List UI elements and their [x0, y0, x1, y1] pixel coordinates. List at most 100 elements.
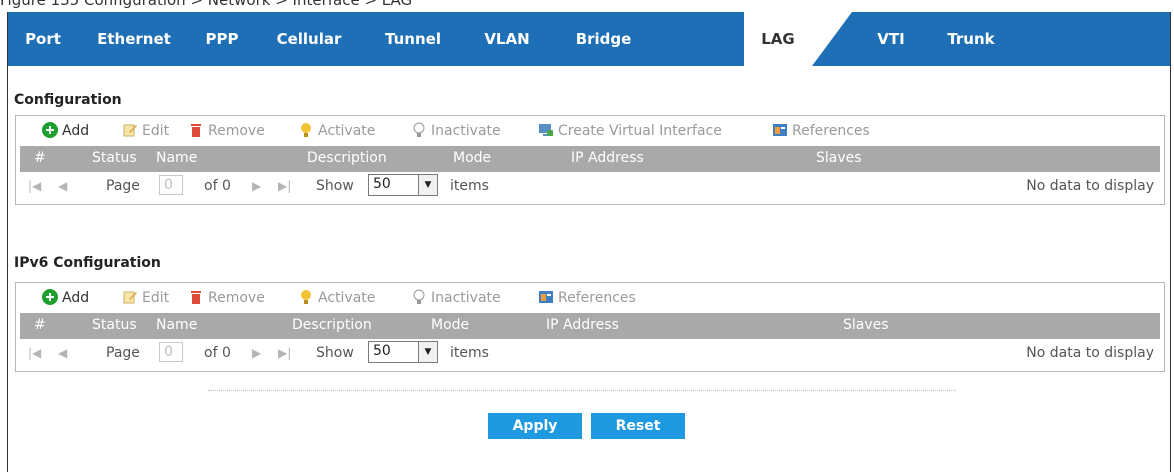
tab-cellular[interactable]: Cellular	[254, 12, 364, 66]
ipv6-toolbar: Add Edit Remove Activate Inactivate Refe…	[16, 283, 1164, 313]
items-per-page-select[interactable]: 50 ▼	[368, 341, 438, 363]
add-icon	[42, 122, 58, 138]
column-header-slaves[interactable]: Slaves	[816, 150, 862, 166]
show-label: Show	[316, 345, 354, 361]
chevron-down-icon[interactable]: ▼	[418, 342, 437, 362]
lag-page: Port Ethernet PPP Cellular Tunnel VLAN B…	[7, 12, 1171, 472]
remove-button[interactable]: Remove	[188, 122, 265, 140]
column-header-status[interactable]: Status	[92, 150, 137, 166]
tab-ethernet[interactable]: Ethernet	[78, 12, 190, 66]
items-label: items	[450, 178, 489, 194]
ipv6-remove-button[interactable]: Remove	[188, 289, 265, 307]
tab-ppp[interactable]: PPP	[190, 12, 254, 66]
trash-icon	[191, 291, 201, 304]
ipv6-configuration-panel: Add Edit Remove Activate Inactivate Refe…	[15, 282, 1165, 372]
tab-bar: Port Ethernet PPP Cellular Tunnel VLAN B…	[8, 12, 1170, 66]
next-page-icon[interactable]: ▶	[252, 179, 261, 193]
edit-icon	[123, 124, 137, 137]
ipv6-column-header-name[interactable]: Name	[156, 317, 197, 333]
show-label: Show	[316, 178, 354, 194]
tab-trunk[interactable]: Trunk	[926, 12, 1016, 66]
ipv6-activate-label: Activate	[318, 290, 376, 306]
no-data-message: No data to display	[1026, 345, 1154, 361]
page-number-input[interactable]: 0	[159, 342, 183, 362]
ipv6-remove-label: Remove	[208, 290, 265, 306]
inactivate-button[interactable]: Inactivate	[411, 122, 501, 140]
ipv6-column-header-ip-address[interactable]: IP Address	[546, 317, 619, 333]
page-count-label: of 0	[204, 178, 231, 194]
ipv6-references-label: References	[558, 290, 636, 306]
remove-label: Remove	[208, 123, 265, 139]
column-header-name[interactable]: Name	[156, 150, 197, 166]
first-page-icon[interactable]: |◀	[28, 179, 41, 193]
next-page-icon[interactable]: ▶	[252, 346, 261, 360]
ipv6-inactivate-button[interactable]: Inactivate	[411, 289, 501, 307]
items-per-page-select[interactable]: 50 ▼	[368, 174, 438, 196]
ipv6-column-header-mode[interactable]: Mode	[431, 317, 469, 333]
active-tab-tail	[812, 12, 852, 66]
column-header-description[interactable]: Description	[307, 150, 387, 166]
tab-lag[interactable]: LAG	[744, 12, 812, 66]
add-icon	[42, 289, 58, 305]
edit-button[interactable]: Edit	[122, 122, 169, 140]
ipv6-inactivate-label: Inactivate	[431, 290, 501, 306]
apply-button[interactable]: Apply	[488, 413, 582, 439]
tab-tunnel[interactable]: Tunnel	[364, 12, 462, 66]
ipv6-edit-label: Edit	[142, 290, 170, 306]
configuration-pager: |◀ ◀ Page 0 of 0 ▶ ▶| Show 50 ▼ items No…	[20, 172, 1160, 202]
configuration-title: Configuration	[14, 92, 122, 108]
ipv6-add-label: Add	[62, 290, 90, 306]
tab-bridge[interactable]: Bridge	[552, 12, 655, 66]
last-page-icon[interactable]: ▶|	[278, 346, 291, 360]
references-icon	[773, 124, 787, 136]
trash-icon	[191, 124, 201, 137]
figure-caption: Figure 135 Configuration > Network > Int…	[0, 0, 413, 9]
ipv6-edit-button[interactable]: Edit	[122, 289, 169, 307]
tab-vlan[interactable]: VLAN	[462, 12, 552, 66]
previous-page-icon[interactable]: ◀	[58, 179, 67, 193]
create-virtual-interface-button[interactable]: Create Virtual Interface	[538, 122, 722, 140]
page-number-input[interactable]: 0	[159, 175, 183, 195]
ipv6-column-header-slaves[interactable]: Slaves	[843, 317, 889, 333]
column-header-ip-address[interactable]: IP Address	[571, 150, 644, 166]
activate-label: Activate	[318, 123, 376, 139]
items-label: items	[450, 345, 489, 361]
ipv6-pager: |◀ ◀ Page 0 of 0 ▶ ▶| Show 50 ▼ items No…	[20, 339, 1160, 369]
ipv6-activate-button[interactable]: Activate	[298, 289, 375, 307]
tab-port[interactable]: Port	[8, 12, 78, 66]
ipv6-add-button[interactable]: Add	[42, 289, 89, 307]
first-page-icon[interactable]: |◀	[28, 346, 41, 360]
tab-vti[interactable]: VTI	[856, 12, 926, 66]
page-label: Page	[106, 345, 140, 361]
reset-button[interactable]: Reset	[591, 413, 685, 439]
items-per-page-value: 50	[373, 343, 391, 359]
ipv6-table-header: # Status Name Description Mode IP Addres…	[20, 313, 1160, 339]
inactivate-label: Inactivate	[431, 123, 501, 139]
monitor-icon	[539, 124, 553, 136]
ipv6-column-header-index[interactable]: #	[34, 317, 46, 333]
ipv6-references-button[interactable]: References	[538, 289, 636, 307]
ipv6-configuration-title: IPv6 Configuration	[14, 255, 161, 271]
chevron-down-icon[interactable]: ▼	[418, 175, 437, 195]
configuration-panel: Add Edit Remove Activate Inactivate Crea…	[15, 115, 1165, 205]
ipv6-column-header-status[interactable]: Status	[92, 317, 137, 333]
references-button[interactable]: References	[772, 122, 870, 140]
add-label: Add	[62, 123, 90, 139]
edit-label: Edit	[142, 123, 170, 139]
activate-button[interactable]: Activate	[298, 122, 375, 140]
column-header-index[interactable]: #	[34, 150, 46, 166]
add-button[interactable]: Add	[42, 122, 89, 140]
edit-icon	[123, 291, 137, 304]
no-data-message: No data to display	[1026, 178, 1154, 194]
lightbulb-off-icon	[413, 289, 425, 304]
configuration-table-header: # Status Name Description Mode IP Addres…	[20, 146, 1160, 172]
page-count-label: of 0	[204, 345, 231, 361]
last-page-icon[interactable]: ▶|	[278, 179, 291, 193]
lightbulb-on-icon	[301, 123, 311, 137]
previous-page-icon[interactable]: ◀	[58, 346, 67, 360]
divider	[208, 390, 956, 391]
configuration-toolbar: Add Edit Remove Activate Inactivate Crea…	[16, 116, 1164, 146]
page-label: Page	[106, 178, 140, 194]
column-header-mode[interactable]: Mode	[453, 150, 491, 166]
ipv6-column-header-description[interactable]: Description	[292, 317, 372, 333]
